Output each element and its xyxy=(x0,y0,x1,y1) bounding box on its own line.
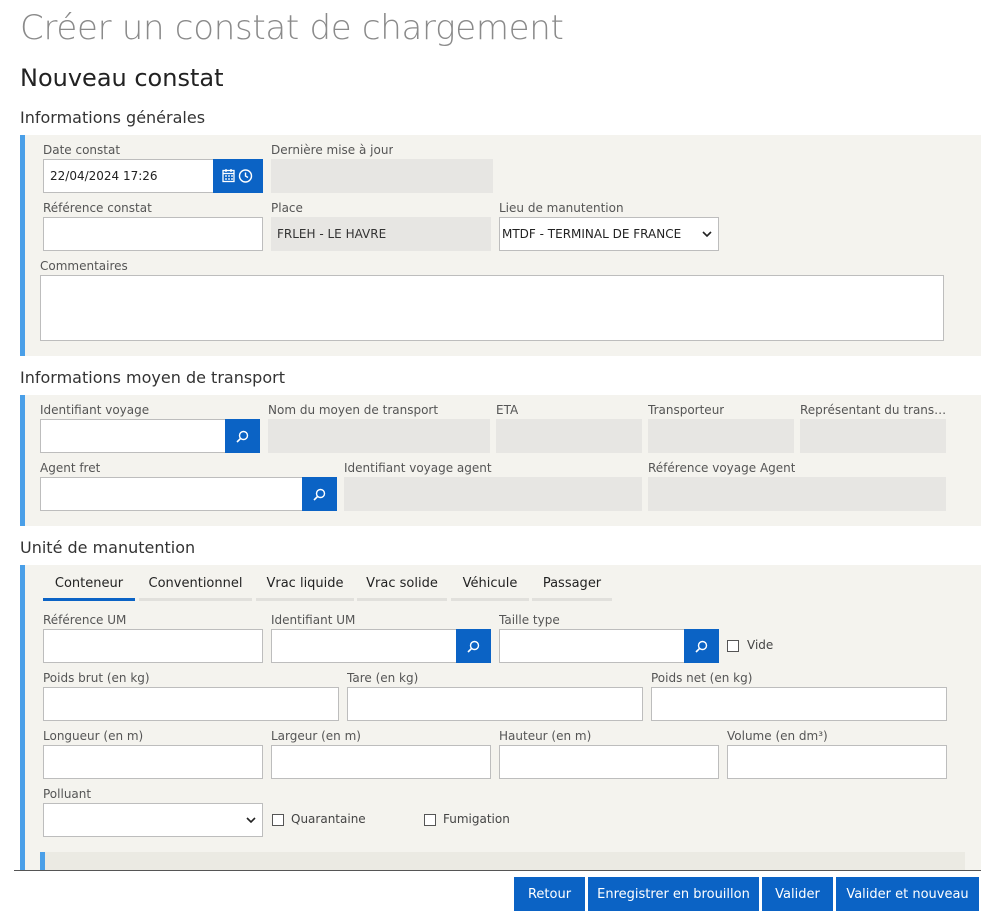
representative-label: Représentant du transp... xyxy=(800,403,950,417)
voyage-label: Identifiant voyage xyxy=(40,403,150,417)
volume-label: Volume (en dm³) xyxy=(727,729,828,743)
tab-label: Véhicule xyxy=(462,576,518,591)
section-title-transport: Informations moyen de transport xyxy=(20,368,285,387)
eta-field xyxy=(496,419,642,453)
id-um-input[interactable] xyxy=(271,629,457,663)
lieu-select-value: MTDF - TERMINAL DE FRANCE xyxy=(502,227,682,241)
tab-indicator-conteneur xyxy=(43,598,135,601)
volume-input[interactable] xyxy=(727,745,947,779)
agent-label: Agent fret xyxy=(40,461,101,475)
agent-ref-field xyxy=(648,477,946,511)
back-button[interactable]: Retour xyxy=(514,877,585,911)
size-type-input[interactable] xyxy=(499,629,685,663)
fumigation-checkbox[interactable] xyxy=(424,814,436,826)
search-icon xyxy=(236,430,249,443)
height-input[interactable] xyxy=(499,745,719,779)
size-type-search-button[interactable] xyxy=(684,629,719,663)
size-type-label: Taille type xyxy=(499,613,560,627)
place-label: Place xyxy=(271,201,303,215)
tab-label: Conteneur xyxy=(54,576,124,591)
agent-input[interactable] xyxy=(40,477,303,511)
id-um-search-button[interactable] xyxy=(456,629,491,663)
representative-field xyxy=(800,419,946,453)
tab-indicator-vehicule xyxy=(451,598,529,601)
reference-input[interactable] xyxy=(43,217,263,251)
last-update-field xyxy=(271,159,493,193)
tab-label: Vrac liquide xyxy=(266,576,344,591)
tab-indicator-passager xyxy=(532,598,612,601)
pollutant-select[interactable] xyxy=(43,803,263,837)
width-label: Largeur (en m) xyxy=(271,729,361,743)
footer-divider xyxy=(14,870,981,871)
vessel-name-label: Nom du moyen de transport xyxy=(268,403,439,417)
date-picker-button[interactable] xyxy=(213,159,263,193)
page-title: Créer un constat de chargement xyxy=(20,8,564,48)
voyage-search-button[interactable] xyxy=(225,419,260,453)
width-input[interactable] xyxy=(271,745,491,779)
nested-subpanel xyxy=(40,852,965,870)
net-weight-input[interactable] xyxy=(651,687,947,721)
page-subtitle: Nouveau constat xyxy=(20,64,224,92)
tab-label: Passager xyxy=(542,576,602,591)
tare-label: Tare (en kg) xyxy=(347,671,419,685)
ref-um-input[interactable] xyxy=(43,629,263,663)
validate-new-button[interactable]: Valider et nouveau xyxy=(836,877,979,911)
tab-label: Vrac solide xyxy=(366,576,438,591)
search-icon xyxy=(467,640,480,653)
lieu-select[interactable]: MTDF - TERMINAL DE FRANCE xyxy=(499,217,719,251)
section-title-unit: Unité de manutention xyxy=(20,538,196,557)
id-um-label: Identifiant UM xyxy=(271,613,356,627)
pollutant-label: Polluant xyxy=(43,787,92,801)
length-input[interactable] xyxy=(43,745,263,779)
empty-checkbox-label: Vide xyxy=(747,638,774,652)
agent-search-button[interactable] xyxy=(302,477,337,511)
tab-label: Conventionnel xyxy=(148,576,243,591)
quarantine-checkbox-label: Quarantaine xyxy=(291,812,366,826)
date-input[interactable]: 22/04/2024 17:26 xyxy=(43,159,214,193)
net-weight-label: Poids net (en kg) xyxy=(651,671,753,685)
agent-voyage-label: Identifiant voyage agent xyxy=(344,461,492,475)
length-label: Longueur (en m) xyxy=(43,729,144,743)
agent-voyage-field xyxy=(344,477,642,511)
search-icon xyxy=(313,488,326,501)
comments-label: Commentaires xyxy=(40,259,128,273)
date-label: Date constat xyxy=(43,143,121,157)
gross-weight-input[interactable] xyxy=(43,687,339,721)
calendar-icon xyxy=(222,169,235,183)
tab-indicator-vrac-solide xyxy=(357,598,447,601)
ref-um-label: Référence UM xyxy=(43,613,127,627)
reference-label: Référence constat xyxy=(43,201,152,215)
height-label: Hauteur (en m) xyxy=(499,729,592,743)
place-field: FRLEH - LE HAVRE xyxy=(271,217,491,251)
voyage-input[interactable] xyxy=(40,419,226,453)
tare-input[interactable] xyxy=(347,687,643,721)
tab-indicator-conventionnel xyxy=(139,598,252,601)
carrier-label: Transporteur xyxy=(648,403,725,417)
comments-textarea[interactable] xyxy=(40,275,944,341)
search-icon xyxy=(695,640,708,653)
fumigation-checkbox-label: Fumigation xyxy=(443,812,510,826)
vessel-name-field xyxy=(268,419,490,453)
save-draft-button[interactable]: Enregistrer en brouillon xyxy=(588,877,759,911)
chevron-down-icon xyxy=(702,231,712,237)
clock-icon xyxy=(238,169,253,183)
agent-ref-label: Référence voyage Agent xyxy=(648,461,796,475)
eta-label: ETA xyxy=(496,403,519,417)
empty-checkbox[interactable] xyxy=(727,640,739,652)
last-update-label: Dernière mise à jour xyxy=(271,143,394,157)
validate-button[interactable]: Valider xyxy=(762,877,833,911)
tab-indicator-vrac-liquide xyxy=(256,598,354,601)
section-title-general: Informations générales xyxy=(20,108,206,127)
gross-weight-label: Poids brut (en kg) xyxy=(43,671,150,685)
quarantine-checkbox[interactable] xyxy=(272,814,284,826)
chevron-down-icon xyxy=(246,817,256,823)
lieu-label: Lieu de manutention xyxy=(499,201,624,215)
carrier-field xyxy=(648,419,794,453)
